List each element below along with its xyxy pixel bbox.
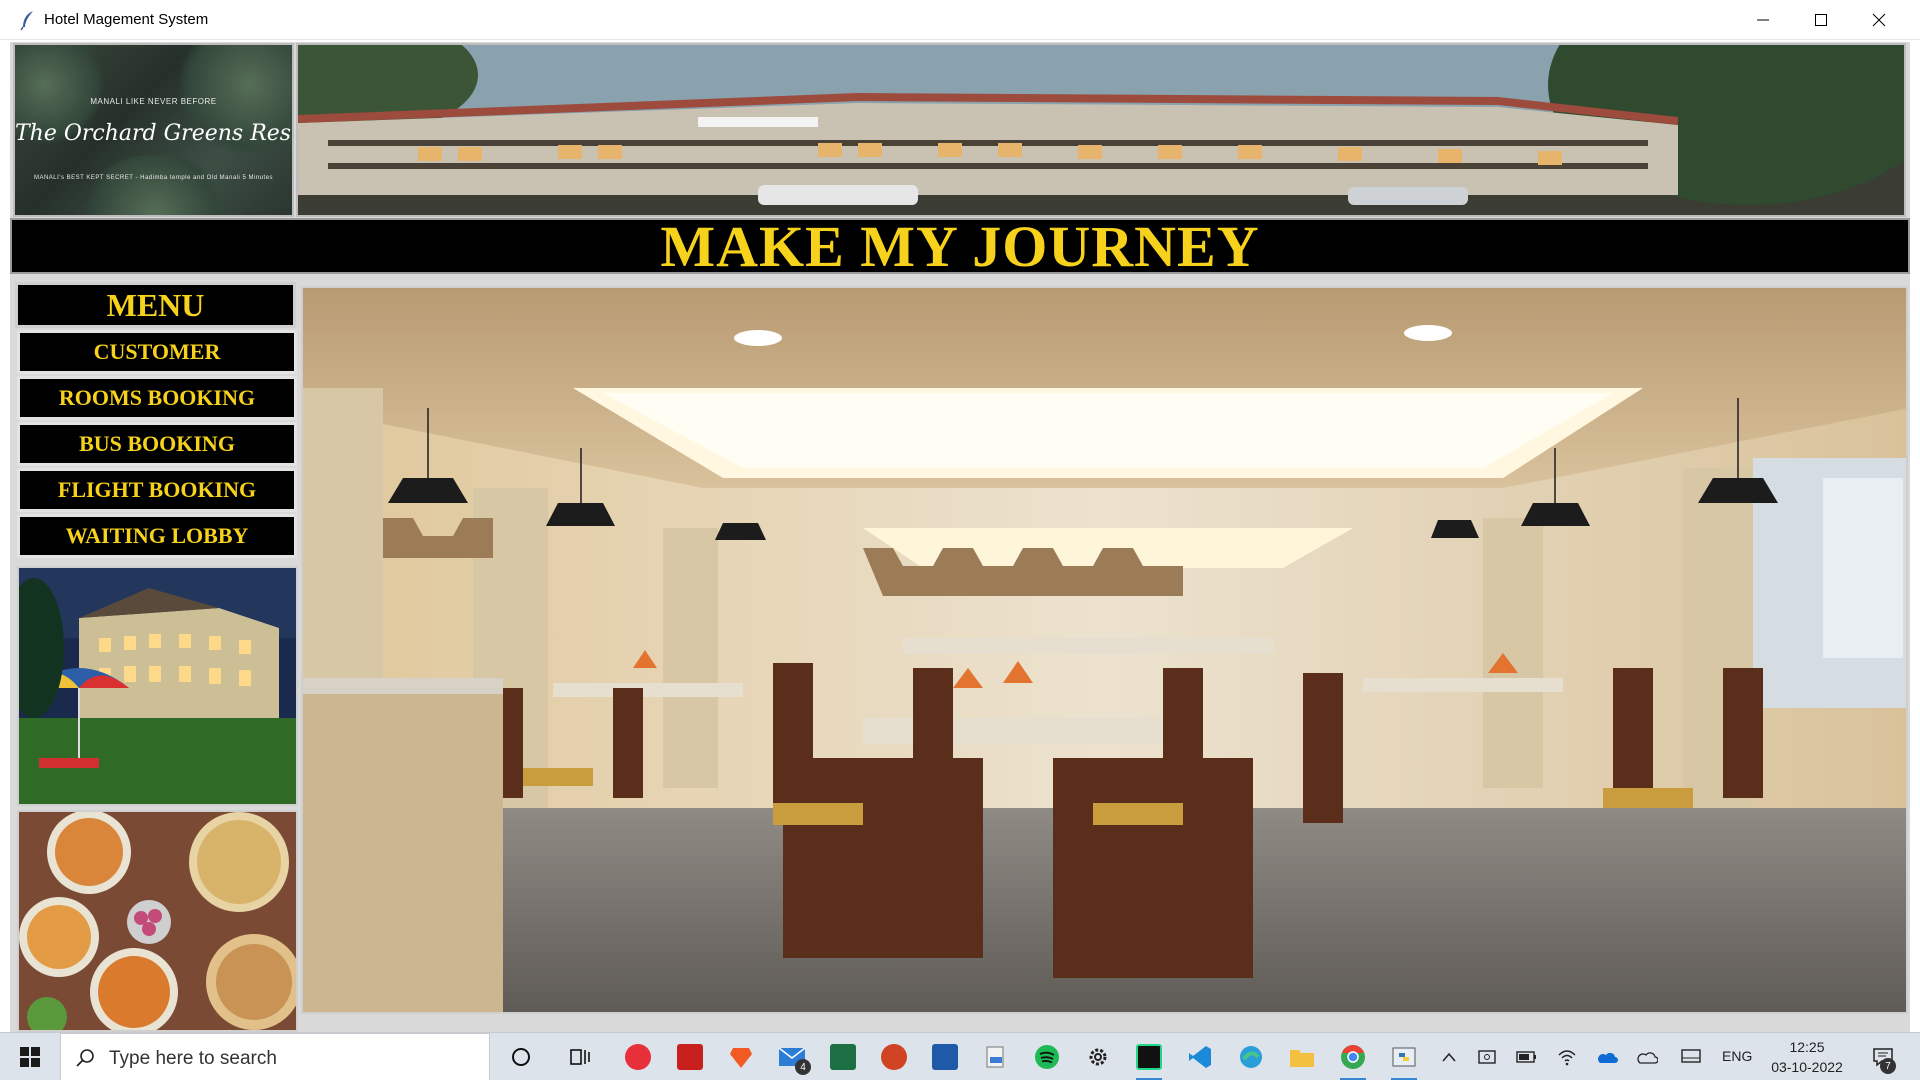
gear-icon [1089, 1048, 1107, 1066]
ea-app-button[interactable] [623, 1042, 653, 1072]
vscode-icon [1189, 1046, 1211, 1068]
edge-app-button[interactable] [1236, 1042, 1266, 1072]
close-button[interactable] [1850, 0, 1908, 40]
file-explorer-app-button[interactable] [1287, 1042, 1317, 1072]
minimize-icon [1757, 19, 1769, 21]
cloud-icon [1637, 1052, 1658, 1064]
app-header: MAKE MY JOURNEY [10, 214, 1910, 279]
clock-date: 03-10-2022 [1771, 1059, 1843, 1075]
hotel-logo: MANALI LIKE NEVER BEFORE The Orchard Gre… [13, 43, 294, 217]
display-button[interactable] [1676, 1033, 1706, 1080]
window-titlebar: Hotel Magement System [0, 0, 1920, 40]
task-view-icon [570, 1049, 590, 1065]
paint-icon [986, 1046, 1004, 1068]
food-platter-illustration [19, 812, 296, 1030]
search-icon [76, 1049, 94, 1067]
python-icon [1392, 1047, 1416, 1067]
cortana-icon [512, 1048, 530, 1066]
restaurant-image [301, 286, 1908, 1014]
taskbar-search-box[interactable]: Type here to search [60, 1033, 490, 1080]
monitor-icon [1681, 1049, 1701, 1063]
powerpoint-icon [881, 1044, 907, 1070]
logo-subtag: MANALI's BEST KEPT SECRET - Hadimba temp… [33, 175, 274, 181]
powerpoint-app-button[interactable] [879, 1042, 909, 1072]
clock-time: 12:25 [1789, 1039, 1825, 1055]
paint-app-button[interactable] [981, 1042, 1011, 1072]
window-title: Hotel Magement System [44, 11, 209, 28]
chrome-icon [1341, 1045, 1365, 1069]
task-view-button[interactable] [565, 1042, 595, 1072]
excel-icon [830, 1044, 856, 1070]
language-indicator[interactable]: ENG [1722, 1048, 1752, 1064]
acrobat-app-button[interactable] [675, 1042, 705, 1072]
customer-button[interactable]: CUSTOMER [17, 330, 297, 374]
bus-booking-button[interactable]: BUS BOOKING [17, 422, 297, 466]
device-icon [1478, 1050, 1496, 1064]
pycharm-icon [1136, 1044, 1162, 1070]
hotel-banner-image [296, 43, 1906, 217]
word-app-button[interactable] [930, 1042, 960, 1072]
logo-tagline: MANALI LIKE NEVER BEFORE [90, 97, 217, 106]
search-placeholder: Type here to search [109, 1048, 277, 1069]
excel-app-button[interactable] [828, 1042, 858, 1072]
tray-network-drive-button[interactable] [1472, 1033, 1502, 1080]
battery-button[interactable] [1512, 1033, 1542, 1080]
resort-night-illustration [19, 568, 296, 804]
folder-icon [1290, 1050, 1314, 1067]
edge-icon [1240, 1046, 1262, 1068]
chrome-app-button[interactable] [1338, 1042, 1368, 1080]
spotify-app-button[interactable] [1032, 1042, 1062, 1072]
cloud-sync-button[interactable] [1632, 1033, 1662, 1080]
maximize-button[interactable] [1792, 0, 1850, 40]
logo-name: The Orchard Greens Resort & Spa [15, 121, 292, 146]
windows-taskbar: Type here to search 4 ENG 12:25 03-10-20… [0, 1032, 1920, 1080]
spotify-icon [1035, 1045, 1059, 1069]
cortana-button[interactable] [506, 1042, 536, 1072]
flight-booking-button[interactable]: FLIGHT BOOKING [17, 468, 297, 512]
mail-app-button[interactable]: 4 [777, 1042, 811, 1075]
mail-badge: 4 [795, 1059, 811, 1075]
windows-start-icon [20, 1047, 40, 1067]
chevron-up-icon [1442, 1052, 1456, 1062]
python-app-button[interactable] [1389, 1042, 1419, 1080]
feather-icon [20, 11, 33, 30]
indian-food-image [17, 810, 298, 1032]
wifi-button[interactable] [1552, 1033, 1582, 1080]
word-icon [932, 1044, 958, 1070]
app-window: MANALI LIKE NEVER BEFORE The Orchard Gre… [10, 42, 1910, 1032]
taskbar-clock[interactable]: 12:25 03-10-2022 [1762, 1037, 1852, 1077]
maximize-icon [1815, 14, 1827, 26]
close-icon [1872, 13, 1886, 27]
pycharm-app-button[interactable] [1134, 1042, 1164, 1080]
onedrive-button[interactable] [1592, 1033, 1622, 1080]
rooms-booking-button[interactable]: ROOMS BOOKING [17, 376, 297, 420]
show-hidden-icons-button[interactable] [1434, 1033, 1464, 1080]
notification-center-button[interactable] [1866, 1033, 1900, 1080]
minimize-button[interactable] [1734, 0, 1792, 40]
brave-app-button[interactable] [726, 1042, 756, 1072]
page-title: MAKE MY JOURNEY [660, 213, 1260, 279]
hotel-building-illustration [298, 45, 1904, 215]
acrobat-icon [677, 1044, 703, 1070]
start-button[interactable] [0, 1033, 60, 1080]
vscode-app-button[interactable] [1185, 1042, 1215, 1072]
settings-app-button[interactable] [1083, 1042, 1113, 1072]
waiting-lobby-button[interactable]: WAITING LOBBY [17, 514, 297, 558]
onedrive-cloud-icon [1598, 1052, 1618, 1063]
battery-icon [1516, 1051, 1536, 1063]
ea-icon [625, 1044, 651, 1070]
restaurant-interior-illustration [303, 288, 1906, 1012]
wifi-icon [1558, 1050, 1576, 1066]
menu-heading: MENU [15, 282, 296, 328]
resort-night-image [17, 566, 298, 806]
notification-count-badge: 7 [1880, 1058, 1896, 1074]
brave-icon [730, 1048, 752, 1068]
